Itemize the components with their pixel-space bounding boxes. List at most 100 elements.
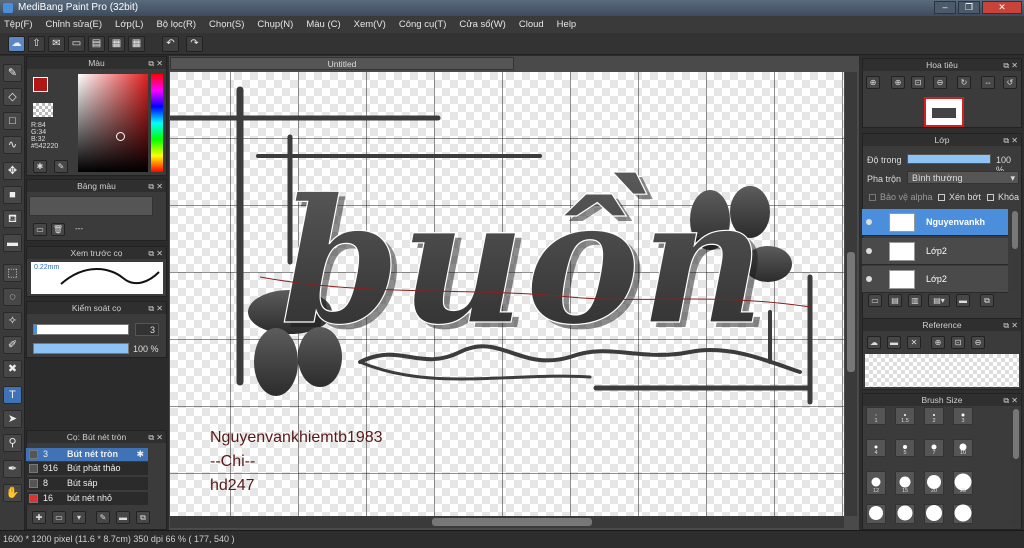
menu-filter[interactable]: Bộ lọc(R) (156, 19, 196, 30)
folder-icon[interactable]: ▬ (116, 511, 130, 524)
menu-window[interactable]: Cửa sổ(W) (459, 19, 505, 30)
gradient-tool-icon[interactable]: ▬ (3, 234, 22, 252)
layer-opacity-slider[interactable] (907, 154, 991, 164)
duplicate-layer-icon[interactable]: ⧉ (980, 294, 994, 307)
brush-menu-icon[interactable]: ▾ (72, 511, 86, 524)
text-tool-icon[interactable]: T (3, 386, 22, 404)
brush-size-value[interactable]: 3 (135, 323, 159, 336)
hue-slider[interactable] (151, 74, 163, 172)
vertical-scroll-thumb[interactable] (847, 252, 855, 372)
brush-size-scroll-thumb[interactable] (1013, 409, 1019, 459)
document-tab[interactable]: Untitled (170, 57, 514, 70)
blend-mode-select[interactable]: Bình thường ▾ (907, 171, 1019, 184)
transparent-swatch[interactable] (33, 103, 53, 117)
layer-folder-icon[interactable]: ▬ (956, 294, 970, 307)
layer-row[interactable]: Nguyenvankh (862, 209, 1008, 236)
undo-icon[interactable]: ↶ (162, 36, 179, 52)
document-icon[interactable]: ▤ (88, 36, 105, 52)
menu-cloud[interactable]: Cloud (519, 19, 544, 30)
minimize-button[interactable]: – (934, 1, 956, 14)
operation-tool-icon[interactable]: ➤ (3, 410, 22, 428)
zoom-out-icon[interactable]: ⊖ (971, 336, 985, 349)
cloud-icon[interactable]: ☁ (8, 36, 25, 52)
popout-icon[interactable]: ⧉ ✕ (148, 248, 163, 260)
settings-gear-icon[interactable]: ✱ (136, 448, 144, 461)
popout-icon[interactable]: ⧉ ✕ (148, 432, 163, 444)
pen-tool-icon[interactable]: ✒ (3, 460, 22, 478)
edit-brush-icon[interactable]: ✎ (96, 511, 110, 524)
brush-size-option[interactable] (924, 504, 944, 524)
menu-snap[interactable]: Chụp(N) (257, 19, 293, 30)
tile-icon[interactable]: ▦ (128, 36, 145, 52)
close-reference-icon[interactable]: ✕ (907, 336, 921, 349)
magic-wand-icon[interactable]: ✧ (3, 312, 22, 330)
menu-layer[interactable]: Lớp(L) (115, 19, 143, 30)
move-tool-icon[interactable]: ✥ (3, 162, 22, 180)
brush-opacity-slider[interactable] (33, 343, 129, 354)
foreground-color-swatch[interactable] (33, 77, 48, 92)
popout-icon[interactable]: ⧉ ✕ (148, 303, 163, 315)
add-color-icon[interactable]: ✱ (33, 160, 47, 173)
reset-rotate-icon[interactable]: ↺ (1003, 76, 1017, 89)
dot-tool-icon[interactable]: □ (3, 112, 22, 130)
drawing-canvas[interactable]: buồn buồn Nguyenvankhiemtb1983 --Chi-- h… (170, 72, 844, 516)
zoom-out-icon[interactable]: ⊖ (933, 76, 947, 89)
eyedropper-icon[interactable]: ⚲ (3, 434, 22, 452)
fill-tool-icon[interactable]: ■ (3, 186, 22, 204)
brush-size-option[interactable]: 20 (924, 471, 944, 495)
duplicate-icon[interactable]: ⧉ (136, 511, 150, 524)
popout-icon[interactable]: ⧉ ✕ (148, 181, 163, 193)
open-reference-icon[interactable]: ▬ (887, 336, 901, 349)
popout-icon[interactable]: ⧉ ✕ (1003, 320, 1018, 332)
select-eraser-icon[interactable]: ✖ (3, 360, 22, 378)
select-pen-icon[interactable]: ✐ (3, 336, 22, 354)
lock-checkbox[interactable] (987, 194, 994, 201)
visibility-eye-icon[interactable] (866, 248, 872, 254)
lasso-tool-icon[interactable]: ∿ (3, 136, 22, 154)
clipping-checkbox[interactable] (938, 194, 945, 201)
horizontal-scroll-thumb[interactable] (432, 518, 592, 526)
brush-size-option[interactable] (895, 504, 915, 524)
delete-palette-icon[interactable]: 🗑 (51, 223, 65, 236)
menu-file[interactable]: Tệp(F) (4, 19, 33, 30)
menu-view[interactable]: Xem(V) (354, 19, 386, 30)
palette-swatch-area[interactable] (29, 196, 153, 216)
popout-icon[interactable]: ⧉ ✕ (1003, 60, 1018, 72)
brush-size-option[interactable]: 5 (895, 439, 915, 457)
flip-icon[interactable]: ⇔ (981, 76, 995, 89)
brush-item[interactable]: 3 Bút nét tròn ✱ (26, 448, 148, 461)
hand-tool-icon[interactable]: ✋ (3, 484, 22, 502)
popout-icon[interactable]: ⧉ ✕ (148, 58, 163, 70)
brush-size-slider[interactable] (33, 324, 129, 335)
add-brush-icon[interactable]: ✚ (32, 511, 46, 524)
new-layer-2-icon[interactable]: ▤ (888, 294, 902, 307)
grid-list-icon[interactable]: ▦ (108, 36, 125, 52)
vertical-scrollbar[interactable] (845, 72, 857, 516)
navigator-thumbnail[interactable] (924, 97, 964, 127)
fit-icon[interactable]: ⊡ (911, 76, 925, 89)
brush-size-option[interactable]: 1.5 (895, 407, 915, 425)
reference-canvas[interactable] (865, 354, 1019, 387)
zoom-in-icon[interactable]: ⊕ (931, 336, 945, 349)
popout-icon[interactable]: ⧉ ✕ (1003, 135, 1018, 147)
palette-icon[interactable]: ✎ (54, 160, 68, 173)
brush-size-scrollbar[interactable] (1011, 407, 1021, 525)
popout-icon[interactable]: ⧉ ✕ (1003, 395, 1018, 407)
brush-size-option[interactable] (953, 504, 973, 524)
menu-color[interactable]: Màu (C) (306, 19, 340, 30)
brush-size-option[interactable] (866, 504, 886, 524)
new-brush-icon[interactable]: ▭ (52, 511, 66, 524)
upload-icon[interactable]: ⇧ (28, 36, 45, 52)
menu-help[interactable]: Help (557, 19, 577, 30)
select-tool-icon[interactable]: ⬚ (3, 264, 22, 282)
fit-icon[interactable]: ⊡ (951, 336, 965, 349)
brush-item[interactable]: 8 Bút sáp (26, 477, 148, 490)
brush-size-option[interactable]: 12 (866, 471, 886, 495)
brush-size-option[interactable]: 4 (866, 439, 886, 457)
protect-alpha-checkbox[interactable] (869, 194, 876, 201)
new-palette-icon[interactable]: ▭ (33, 223, 47, 236)
menu-select[interactable]: Chọn(S) (209, 19, 244, 30)
brush-item[interactable]: 916 Bút phát thảo (26, 462, 148, 475)
menu-edit[interactable]: Chỉnh sửa(E) (46, 19, 103, 30)
brush-size-option[interactable]: 7 (924, 439, 944, 457)
